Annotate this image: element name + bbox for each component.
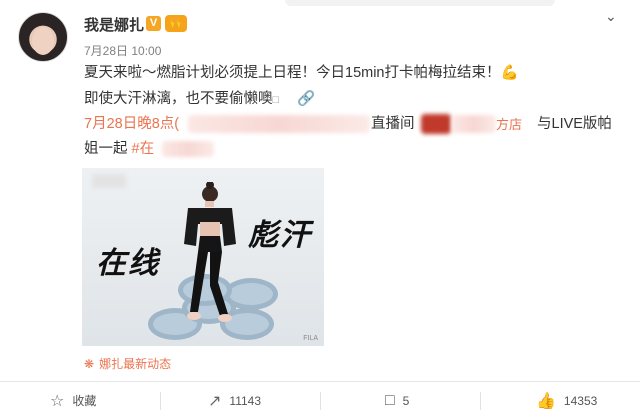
action-bar-divider — [0, 381, 640, 382]
favorite-label: 收藏 — [72, 394, 97, 408]
repost-count: 11143 — [229, 393, 261, 408]
image-text-left: 在线 — [96, 246, 160, 281]
post-line-2: 即使大汗淋漓，也不要偷懒噢□ 🔗 — [84, 91, 316, 107]
shop-label[interactable]: 方店 — [496, 114, 522, 133]
thumbs-up-icon: 👍 — [536, 392, 556, 410]
post-line-3-prefix[interactable]: 7月28日晚8点( — [84, 116, 179, 132]
like-button[interactable]: 👍 14353 — [536, 383, 597, 418]
comment-icon: □ — [385, 391, 395, 409]
blurred-hashtag — [162, 141, 214, 157]
post-line-3-suffix: 与LIVE版帕 — [537, 116, 612, 132]
comment-button[interactable]: □ 5 — [385, 383, 409, 418]
avatar[interactable] — [18, 12, 68, 62]
post-line-2-text: 即使大汗淋漓，也不要偷懒噢 — [84, 91, 273, 107]
username[interactable]: 我是娜扎 — [84, 14, 144, 35]
comment-count: 5 — [402, 393, 410, 408]
repost-icon: ↗ — [208, 392, 222, 410]
like-count: 14353 — [563, 393, 598, 408]
post-timestamp[interactable]: 7月28日 10:00 — [84, 42, 161, 59]
super-topic-link[interactable]: ❋ 娜扎最新动态 — [84, 355, 171, 372]
top-scroll-edge — [285, 0, 555, 6]
post-image[interactable]: 在线 彪汗 FILA — [82, 168, 324, 346]
separator — [480, 392, 481, 410]
fan-badge-icon: 🙌 — [165, 15, 187, 32]
image-text-right: 彪汗 — [248, 218, 312, 253]
post-line-4-text: 姐一起 — [84, 141, 128, 157]
brand-watermark: FILA — [303, 335, 318, 342]
chevron-down-icon[interactable]: ⌄ — [605, 8, 617, 25]
separator — [320, 392, 321, 410]
separator — [160, 392, 161, 410]
model-figure — [184, 182, 236, 322]
verified-icon: V — [146, 16, 161, 31]
link-icon[interactable]: 🔗 — [297, 91, 315, 107]
blurred-logo — [421, 114, 451, 134]
super-topic-label: 娜扎最新动态 — [99, 357, 172, 371]
post-line-1: 夏天来啦～燃脂计划必须提上日程！今日15min打卡帕梅拉结束！💪 — [84, 65, 519, 81]
favorite-button[interactable]: ☆ 收藏 — [50, 383, 96, 418]
star-icon: ☆ — [50, 392, 65, 410]
post-line-4: 姐一起 #在 — [84, 138, 154, 160]
topic-hashtag[interactable]: #在 — [132, 141, 155, 157]
post-line-3: 7月28日晚8点( — [84, 113, 179, 135]
repost-button[interactable]: ↗ 11143 — [208, 383, 261, 418]
live-room-label: 直播间 — [371, 116, 415, 132]
blurred-shop-name — [452, 115, 496, 133]
blurred-text — [188, 115, 370, 133]
flower-icon: ❋ — [84, 357, 95, 371]
